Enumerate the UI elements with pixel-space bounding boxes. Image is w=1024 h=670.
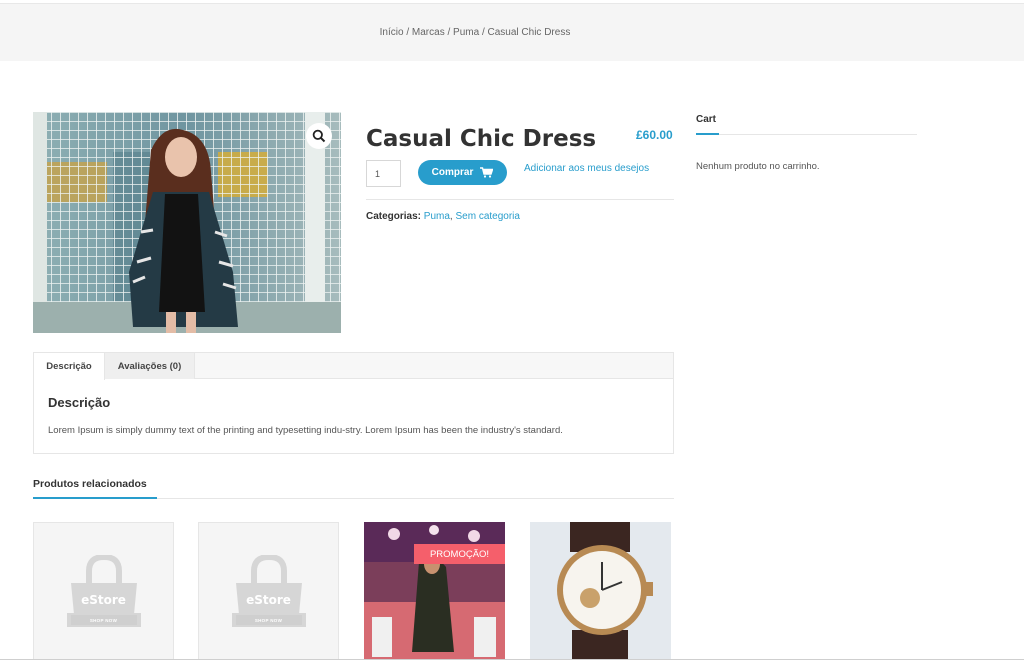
breadcrumb-separator: / — [403, 27, 412, 38]
breadcrumb-current: Casual Chic Dress — [487, 27, 571, 38]
product-tabs: Descrição Avaliações (0) Descrição Lorem… — [33, 352, 674, 454]
breadcrumb-puma[interactable]: Puma — [453, 27, 479, 38]
buy-button-label: Comprar — [431, 167, 474, 178]
tab-panel-text: Lorem Ipsum is simply dummy text of the … — [48, 425, 563, 436]
product-thumbnail — [530, 522, 671, 660]
divider — [366, 199, 674, 200]
related-product-card[interactable]: eStore SHOP NOW — [33, 522, 174, 660]
store-logo-text: eStore — [246, 593, 291, 607]
breadcrumb: Início / Marcas / Puma / Casual Chic Dre… — [0, 27, 950, 38]
store-logo-text: eStore — [81, 593, 126, 607]
zoom-icon — [312, 129, 326, 143]
product-photo — [33, 112, 341, 333]
store-logo-subtext: SHOP NOW — [254, 618, 283, 623]
related-product-card[interactable]: eStore SHOP NOW — [198, 522, 339, 660]
related-products-title: Produtos relacionados — [33, 478, 147, 490]
store-logo-subtext: SHOP NOW — [89, 618, 118, 623]
tab-reviews[interactable]: Avaliações (0) — [105, 353, 195, 379]
cart-empty-message: Nenhum produto no carrinho. — [696, 161, 820, 172]
product-image[interactable] — [33, 112, 341, 333]
quantity-input[interactable] — [366, 160, 401, 187]
zoom-button[interactable] — [306, 123, 332, 149]
breadcrumb-brands[interactable]: Marcas — [412, 27, 445, 38]
product-title: Casual Chic Dress — [366, 126, 597, 152]
cart-widget-underline — [696, 133, 917, 135]
cart-widget-title: Cart — [696, 114, 717, 125]
cart-icon — [480, 167, 494, 178]
breadcrumb-separator: / — [444, 27, 454, 38]
product-price: £60.00 — [636, 128, 673, 142]
product-thumbnail — [364, 522, 505, 660]
related-products-underline — [33, 497, 674, 499]
bottom-border — [0, 659, 1024, 660]
sale-badge: PROMOÇÃO! — [414, 544, 505, 564]
tab-list: Descrição Avaliações (0) — [34, 353, 673, 380]
categories-label: Categorias: — [366, 211, 422, 222]
product-categories: Categorias: Puma, Sem categoria — [366, 211, 520, 222]
breadcrumb-bar: Início / Marcas / Puma / Casual Chic Dre… — [0, 4, 1024, 61]
related-product-card[interactable] — [530, 522, 671, 660]
category-link-puma[interactable]: Puma — [424, 211, 450, 222]
breadcrumb-home[interactable]: Início — [380, 27, 404, 38]
related-product-card[interactable]: PROMOÇÃO! — [364, 522, 505, 660]
breadcrumb-separator: / — [479, 27, 488, 38]
add-to-wishlist-link[interactable]: Adicionar aos meus desejos — [524, 163, 649, 174]
tab-panel-title: Descrição — [48, 395, 111, 410]
tab-description[interactable]: Descrição — [34, 353, 105, 380]
category-link-uncategorized[interactable]: Sem categoria — [455, 211, 519, 222]
buy-button[interactable]: Comprar — [418, 160, 507, 185]
